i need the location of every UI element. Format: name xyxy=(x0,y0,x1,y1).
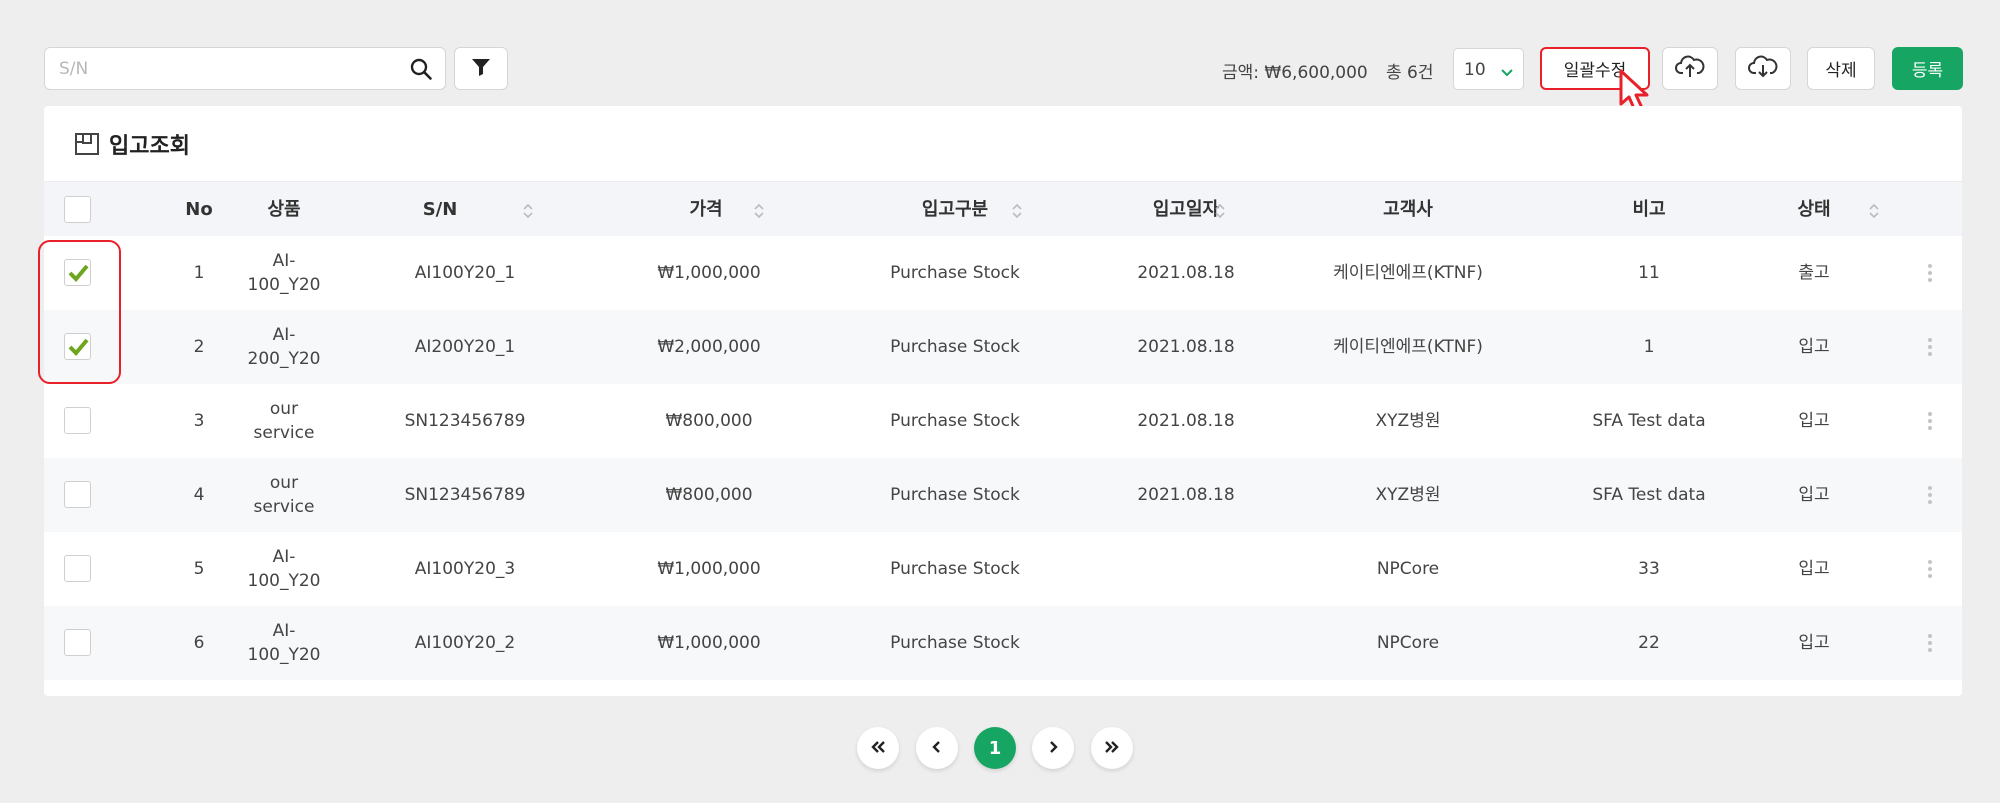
sort-icon[interactable] xyxy=(1868,201,1880,221)
cell-type: Purchase Stock xyxy=(890,411,1020,431)
search-box xyxy=(44,47,446,90)
sort-icon[interactable] xyxy=(1011,201,1023,221)
register-button[interactable]: 등록 xyxy=(1892,47,1963,90)
row-checkbox[interactable] xyxy=(64,481,91,508)
first-page-button[interactable] xyxy=(857,727,899,769)
double-chevron-left-icon xyxy=(870,738,886,759)
next-page-button[interactable] xyxy=(1032,727,1074,769)
header-status[interactable]: 상태 xyxy=(1754,182,1874,237)
cell-type: Purchase Stock xyxy=(890,337,1020,357)
cell-sn: AI200Y20_1 xyxy=(414,337,516,357)
cell-note: 33 xyxy=(1638,559,1660,579)
chevron-down-icon xyxy=(1500,63,1514,83)
table-row[interactable]: 6 AI- 100_Y20 AI100Y20_2 ₩1,000,000 Purchase… xyxy=(44,606,1962,680)
cell-type: Purchase Stock xyxy=(890,559,1020,579)
page-button-1[interactable]: 1 xyxy=(974,727,1016,769)
sort-icon[interactable] xyxy=(753,201,765,221)
cell-price: ₩800,000 xyxy=(665,411,753,431)
cell-price: ₩1,000,000 xyxy=(657,633,761,653)
sort-icon[interactable] xyxy=(522,201,534,221)
total-amount: 금액: ₩6,600,000 xyxy=(1222,63,1368,83)
cell-sn: SN123456789 xyxy=(404,411,526,431)
upload-button[interactable] xyxy=(1662,47,1718,90)
cell-note: 1 xyxy=(1643,337,1655,357)
cell-price: ₩1,000,000 xyxy=(657,263,761,283)
cell-product: our service xyxy=(253,399,315,443)
cell-sn: AI100Y20_2 xyxy=(414,633,516,653)
cell-status: 출고 xyxy=(1798,263,1830,283)
row-checkbox[interactable] xyxy=(64,407,91,434)
table-row[interactable]: 3 our service SN123456789 ₩800,000 Purchase … xyxy=(44,384,1962,458)
header-note: 비고 xyxy=(1632,199,1666,220)
row-checkbox[interactable] xyxy=(64,629,91,656)
box-icon xyxy=(74,131,100,157)
table-header: No 상품 S/N 가격 입고구분 입고일자 고객사 비고 상태 xyxy=(44,181,1962,236)
cell-status: 입고 xyxy=(1798,337,1830,357)
last-page-button[interactable] xyxy=(1091,727,1133,769)
download-button[interactable] xyxy=(1735,47,1791,90)
cell-type: Purchase Stock xyxy=(890,485,1020,505)
cell-status: 입고 xyxy=(1798,559,1830,579)
kebab-icon[interactable] xyxy=(1927,634,1933,654)
page-size-value: 10 xyxy=(1464,60,1486,80)
kebab-icon[interactable] xyxy=(1927,486,1933,506)
cell-note: SFA Test data xyxy=(1592,485,1706,505)
kebab-icon[interactable] xyxy=(1927,412,1933,432)
cell-status: 입고 xyxy=(1798,485,1830,505)
table-row[interactable]: 2 AI- 200_Y20 AI200Y20_1 ₩2,000,000 Purchase… xyxy=(44,310,1962,384)
sort-icon[interactable] xyxy=(1214,201,1226,221)
cell-sn: AI100Y20_1 xyxy=(414,263,516,283)
cell-sn: SN123456789 xyxy=(404,485,526,505)
row-checkbox[interactable] xyxy=(64,555,91,582)
cell-type: Purchase Stock xyxy=(890,633,1020,653)
search-input[interactable] xyxy=(59,48,389,89)
card-header: 입고조회 xyxy=(74,128,190,160)
filter-icon xyxy=(470,56,492,82)
cell-note: 22 xyxy=(1638,633,1660,653)
selection-highlight xyxy=(38,240,121,384)
select-all-checkbox[interactable] xyxy=(64,196,91,223)
double-chevron-right-icon xyxy=(1104,738,1120,759)
search-icon[interactable] xyxy=(409,57,433,81)
cell-product: AI- 100_Y20 xyxy=(247,621,321,665)
header-product: 상품 xyxy=(267,199,301,220)
cell-price: ₩800,000 xyxy=(665,485,753,505)
page-size-select[interactable]: 10 xyxy=(1453,48,1524,90)
page-title: 입고조회 xyxy=(109,134,190,159)
chevron-right-icon xyxy=(1047,738,1059,759)
kebab-icon[interactable] xyxy=(1927,264,1933,284)
cell-product: AI- 100_Y20 xyxy=(247,547,321,591)
cell-note: 11 xyxy=(1638,263,1660,283)
inbound-card: 입고조회 No 상품 S/N 가격 입고구분 입고일자 고객사 비고 상태 1 A… xyxy=(44,106,1962,696)
header-sn[interactable]: S/N xyxy=(360,182,520,237)
chevron-left-icon xyxy=(931,738,943,759)
table-row[interactable]: 1 AI- 100_Y20 AI100Y20_1 ₩1,000,000 Purchase… xyxy=(44,236,1962,310)
cell-product: AI- 200_Y20 xyxy=(247,325,321,369)
cell-price: ₩2,000,000 xyxy=(657,337,761,357)
kebab-icon[interactable] xyxy=(1927,338,1933,358)
prev-page-button[interactable] xyxy=(916,727,958,769)
cloud-upload-icon xyxy=(1675,55,1705,83)
delete-button[interactable]: 삭제 xyxy=(1807,47,1875,90)
cell-note: SFA Test data xyxy=(1592,411,1706,431)
cell-product: our service xyxy=(253,473,315,517)
total-count: 총 6건 xyxy=(1386,63,1434,83)
cell-price: ₩1,000,000 xyxy=(657,559,761,579)
filter-button[interactable] xyxy=(454,47,508,90)
table-row[interactable]: 5 AI- 100_Y20 AI100Y20_3 ₩1,000,000 Purchase… xyxy=(44,532,1962,606)
cell-status: 입고 xyxy=(1798,633,1830,653)
table-row[interactable]: 4 our service SN123456789 ₩800,000 Purchase … xyxy=(44,458,1962,532)
cell-status: 입고 xyxy=(1798,411,1830,431)
cloud-download-icon xyxy=(1748,55,1778,83)
cell-type: Purchase Stock xyxy=(890,263,1020,283)
kebab-icon[interactable] xyxy=(1927,560,1933,580)
cell-sn: AI100Y20_3 xyxy=(414,559,516,579)
cell-product: AI- 100_Y20 xyxy=(247,251,321,295)
